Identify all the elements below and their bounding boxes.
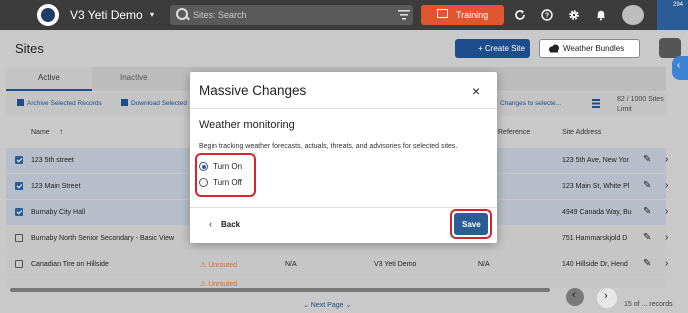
tab-active-indicator <box>6 89 92 91</box>
column-reference-header[interactable]: Reference <box>498 129 530 136</box>
svg-text:?: ? <box>545 13 549 20</box>
search-input[interactable]: Sites: Search <box>193 10 247 20</box>
row-chevron-right-icon[interactable]: › <box>665 180 668 191</box>
radio-group-highlight <box>195 153 256 197</box>
column-name-header[interactable]: Name <box>31 129 50 136</box>
grid-icon <box>592 99 600 108</box>
changes-to-selected-button[interactable]: Changes to selecte... <box>500 100 561 107</box>
archive-icon <box>17 99 24 106</box>
divider <box>190 108 497 109</box>
row-checkbox[interactable] <box>15 208 23 216</box>
tab-inactive[interactable]: Inactive <box>120 73 148 82</box>
back-chevron-icon: ‹ <box>209 219 212 229</box>
weather-bundles-label: Weather Bundles <box>563 44 625 53</box>
tab-active-label: Active <box>38 73 60 82</box>
row-checkbox[interactable] <box>15 260 23 268</box>
row-name: Burnaby North Senior Secondary - Basic V… <box>31 235 175 242</box>
close-icon[interactable]: × <box>472 83 480 99</box>
section-title: Weather monitoring <box>199 119 295 131</box>
edit-pencil-icon[interactable]: ✎ <box>643 206 651 217</box>
row-name: 123 5th street <box>31 157 74 164</box>
row-name: 123 Main Street <box>31 183 81 190</box>
row-status-unrouted: ⚠ Unrouted <box>200 262 238 269</box>
row-chevron-right-icon[interactable]: › <box>665 206 668 217</box>
page-title: Sites <box>15 41 44 56</box>
table-settings-button[interactable] <box>659 38 681 58</box>
user-avatar[interactable] <box>622 5 644 25</box>
row-address: 4949 Canada Way, Bu <box>562 209 632 216</box>
sort-arrow-up-icon[interactable]: ↑ <box>59 127 63 136</box>
row-checkbox[interactable] <box>15 156 23 164</box>
radio-turn-on-label[interactable]: Turn On <box>213 162 242 171</box>
radio-turn-off-label[interactable]: Turn Off <box>213 178 242 187</box>
divider <box>190 207 497 208</box>
column-address-header[interactable]: Site Address <box>562 129 601 136</box>
app-title[interactable]: V3 Yeti Demo <box>70 8 143 22</box>
chevron-down-icon[interactable]: ▾ <box>150 10 154 19</box>
sites-count: 82 / 1000 Sites <box>617 96 664 103</box>
training-label: Training <box>456 10 489 20</box>
row-chevron-right-icon[interactable]: › <box>665 154 668 165</box>
row-chevron-right-icon[interactable]: › <box>665 258 668 269</box>
edit-pencil-icon[interactable]: ✎ <box>643 154 651 165</box>
next-page-button[interactable]: ⌄ Next Page ⌄ <box>303 301 351 309</box>
row-address: 751 Hammarskjold D <box>562 235 628 242</box>
sites-limit: Limit <box>617 106 632 113</box>
training-icon <box>437 9 448 18</box>
edit-pencil-icon[interactable]: ✎ <box>643 180 651 191</box>
row-checkbox[interactable] <box>15 182 23 190</box>
filter-icon[interactable] <box>398 10 410 20</box>
radio-turn-off[interactable] <box>199 178 208 187</box>
records-count: 15 of ... records <box>624 301 673 308</box>
refresh-icon[interactable] <box>514 9 526 21</box>
row-cell: V3 Yeti Demo <box>374 261 417 268</box>
row-chevron-right-icon[interactable]: › <box>665 232 668 243</box>
chevron-left-icon: ‹ <box>677 60 681 71</box>
gear-icon[interactable] <box>568 9 580 21</box>
chat-badge: 294 <box>673 2 684 8</box>
chevron-left-icon: ‹ <box>572 289 576 301</box>
row-address: 123 Main St, White Pl <box>562 183 630 190</box>
archive-selected-button[interactable]: Archive Selected Records <box>27 100 102 107</box>
row-name: Canadian Tire on Hillside <box>31 261 109 268</box>
edit-pencil-icon[interactable]: ✎ <box>643 258 651 269</box>
download-icon <box>121 99 128 106</box>
cloud-icon <box>549 44 559 53</box>
help-icon[interactable]: ? <box>541 9 553 21</box>
row-address: 123 5th Ave, New Yor <box>562 157 629 164</box>
row-cell: N/A <box>285 261 297 268</box>
back-button[interactable]: Back <box>221 220 240 229</box>
row-address: 140 Hillside Dr, Hend <box>562 261 628 268</box>
section-description: Begin tracking weather forecasts, actual… <box>199 143 458 150</box>
row-checkbox[interactable] <box>15 234 23 242</box>
edit-pencil-icon[interactable]: ✎ <box>643 232 651 243</box>
horizontal-scrollbar[interactable] <box>10 288 550 292</box>
create-site-label: + Create Site <box>478 44 525 53</box>
row-cell: N/A <box>478 261 490 268</box>
download-selected-button[interactable]: Download Selected <box>131 100 187 107</box>
row-status-unrouted: ⚠ Unrouted <box>200 281 238 288</box>
bell-icon[interactable] <box>595 9 607 21</box>
save-button-label: Save <box>462 220 481 229</box>
row-name: Burnaby City Hall <box>31 209 86 216</box>
radio-turn-on[interactable] <box>199 162 208 171</box>
chevron-right-icon: › <box>604 290 608 302</box>
table-row[interactable] <box>6 278 666 288</box>
logo-emblem-icon <box>41 8 55 22</box>
dialog-title: Massive Changes <box>199 83 307 98</box>
